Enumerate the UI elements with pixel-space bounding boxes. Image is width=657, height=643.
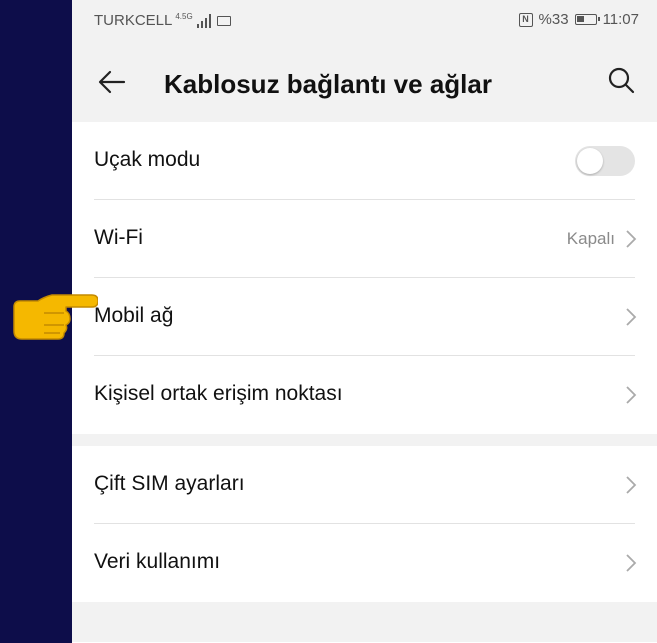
setting-label: Çift SIM ayarları — [94, 472, 245, 495]
settings-list: Uçak modu Wi-Fi Kapalı Mobil ağ Kişisel … — [72, 122, 657, 642]
signal-icon — [196, 13, 211, 28]
page-title: Kablosuz bağlantı ve ağlar — [164, 69, 492, 99]
app-header: Kablosuz bağlantı ve ağlar — [72, 42, 657, 122]
status-right: N %33 11:07 — [518, 11, 639, 28]
setting-airplane-mode[interactable]: Uçak modu — [72, 122, 657, 200]
chevron-right-icon — [626, 230, 637, 248]
setting-wifi[interactable]: Wi-Fi Kapalı — [72, 200, 657, 278]
nfc-icon: N — [518, 12, 533, 27]
airplane-mode-toggle[interactable] — [575, 146, 635, 176]
setting-mobile-network[interactable]: Mobil ağ — [72, 278, 657, 356]
battery-icon — [574, 14, 600, 25]
search-icon[interactable] — [605, 64, 637, 96]
chevron-right-icon — [626, 386, 637, 404]
status-bar: TURKCELL 4.5G N %33 11:07 — [72, 0, 657, 42]
setting-label: Uçak modu — [94, 148, 201, 171]
wifi-status: Kapalı — [566, 229, 615, 248]
chevron-right-icon — [626, 554, 637, 572]
arrow-left-icon[interactable] — [96, 66, 128, 98]
setting-label: Mobil ağ — [94, 304, 174, 327]
chevron-right-icon — [626, 308, 637, 326]
toggle-knob — [577, 148, 603, 174]
pointing-hand-icon — [13, 294, 98, 340]
chevron-right-icon — [626, 476, 637, 494]
carrier-name: TURKCELL — [94, 12, 173, 29]
setting-dual-sim[interactable]: Çift SIM ayarları — [72, 446, 657, 524]
setting-label: Kişisel ortak erişim noktası — [94, 382, 343, 405]
battery-percent: %33 — [538, 11, 569, 28]
setting-data-usage[interactable]: Veri kullanımı — [72, 524, 657, 602]
section-gap — [72, 434, 657, 446]
network-type: 4.5G — [175, 12, 193, 21]
setting-label: Wi-Fi — [94, 226, 143, 249]
phone-screen: TURKCELL 4.5G N %33 11:07 Kablosuz bağla… — [72, 0, 657, 643]
section-gap — [72, 602, 657, 642]
setting-hotspot[interactable]: Kişisel ortak erişim noktası — [72, 356, 657, 434]
clock: 11:07 — [602, 11, 639, 28]
message-icon — [216, 15, 231, 26]
carrier-info: TURKCELL 4.5G — [94, 12, 231, 29]
setting-label: Veri kullanımı — [94, 550, 221, 573]
